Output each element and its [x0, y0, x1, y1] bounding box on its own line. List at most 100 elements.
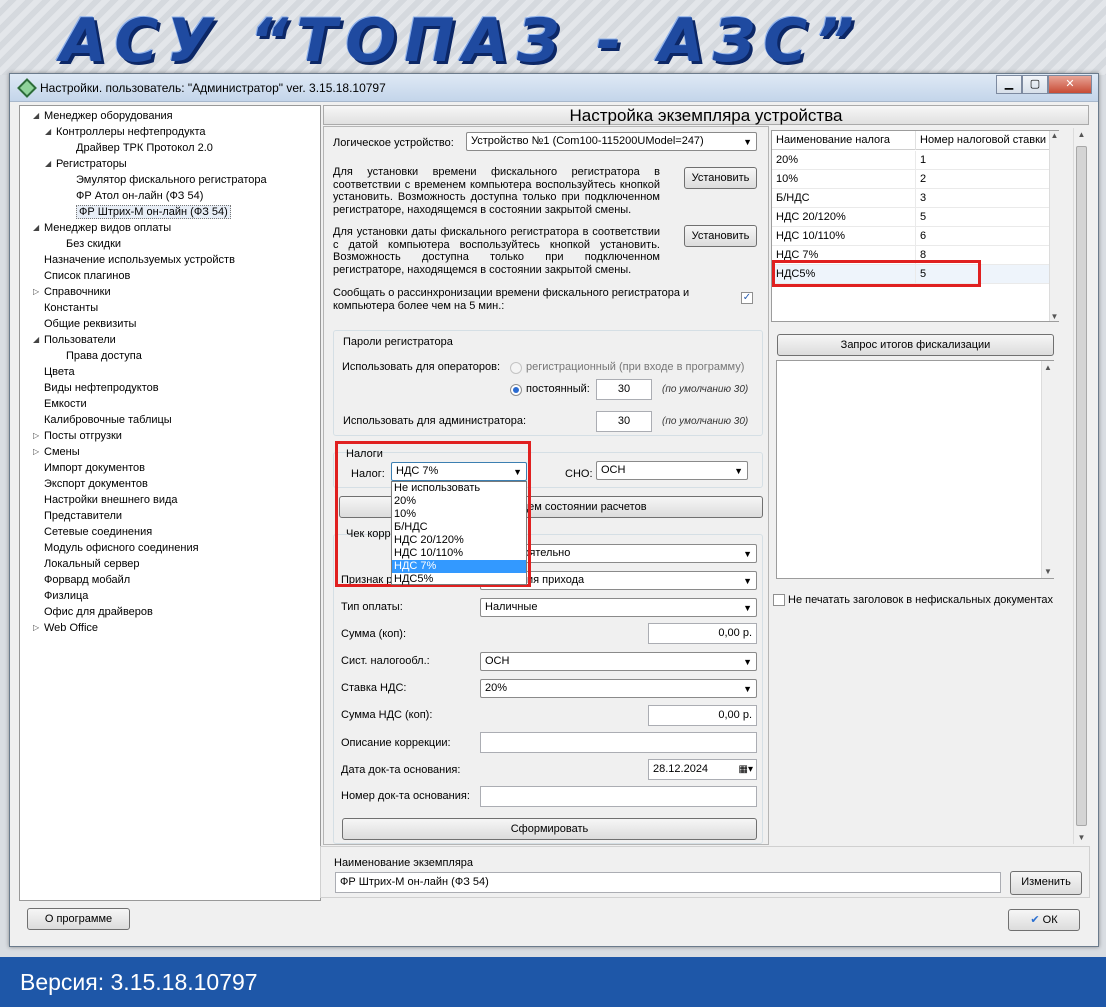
sno-select[interactable]: ОСН ▼ — [596, 461, 748, 480]
dropdown-option[interactable]: НДС 7% — [392, 560, 526, 573]
tree-item[interactable]: ▷ Посты отгрузки — [33, 428, 122, 444]
tree-item[interactable]: ФР Атол он-лайн (ФЗ 54) — [76, 188, 203, 204]
minimize-button[interactable]: ▁ — [996, 75, 1022, 94]
set-date-button[interactable]: Установить — [684, 225, 757, 247]
tree-item[interactable]: Общие реквизиты — [44, 316, 136, 332]
radio-registration[interactable] — [510, 362, 522, 374]
table-row[interactable]: НДС 10/110% 6 — [772, 227, 1050, 246]
collapse-arrow-icon[interactable]: ◢ — [33, 108, 43, 124]
radio-constant[interactable] — [510, 384, 522, 396]
scroll-up-icon[interactable]: ▲ — [1050, 131, 1059, 140]
tree-item[interactable]: Сетевые соединения — [44, 524, 152, 540]
tree-item[interactable]: ◢ Контроллеры нефтепродукта — [45, 124, 206, 140]
fiscal-request-button[interactable]: Запрос итогов фискализации — [777, 334, 1054, 356]
tax-number-cell[interactable]: 5 — [916, 208, 1050, 227]
tree-item[interactable]: ◢ Регистраторы — [45, 156, 127, 172]
calendar-icon[interactable]: ▦▾ — [739, 760, 753, 779]
vat-rate-select[interactable]: 20% ▼ — [480, 679, 757, 698]
tree-item[interactable]: ◢ Менеджер оборудования — [33, 108, 173, 124]
tree-item[interactable]: ▷ Смены — [33, 444, 80, 460]
tree-item[interactable]: Калибровочные таблицы — [44, 412, 172, 428]
tax-table-scrollbar[interactable]: ▲ ▼ — [1049, 131, 1059, 321]
panel-scrollbar[interactable]: ▲ ▼ — [1073, 128, 1089, 844]
expand-arrow-icon[interactable]: ▷ — [33, 284, 43, 300]
table-row[interactable]: 20% 1 — [772, 151, 1050, 170]
logical-device-select[interactable]: Устройство №1 (Com100-115200UModel=247) ▼ — [466, 132, 757, 151]
scroll-down-icon[interactable]: ▼ — [1074, 833, 1089, 842]
tree-item[interactable]: Представители — [44, 508, 122, 524]
tree-item[interactable]: Список плагинов — [44, 268, 130, 284]
form-button[interactable]: Сформировать — [342, 818, 757, 840]
dropdown-option[interactable]: Б/НДС — [392, 521, 526, 534]
tree-item[interactable]: Цвета — [44, 364, 75, 380]
tree-item[interactable]: Форвард мобайл — [44, 572, 130, 588]
about-button[interactable]: О программе — [27, 908, 130, 930]
tree-item[interactable]: Модуль офисного соединения — [44, 540, 199, 556]
collapse-arrow-icon[interactable]: ◢ — [45, 156, 55, 172]
tax-number-cell[interactable]: 6 — [916, 227, 1050, 246]
collapse-arrow-icon[interactable]: ◢ — [33, 332, 43, 348]
sno2-select[interactable]: ОСН ▼ — [480, 652, 757, 671]
tax-number-cell[interactable]: 3 — [916, 189, 1050, 208]
tree-item[interactable]: Настройки внешнего вида — [44, 492, 178, 508]
ok-button[interactable]: ✔ ОК — [1008, 909, 1080, 931]
operator-password-input[interactable]: 30 — [596, 379, 652, 400]
dropdown-option[interactable]: НДС5% — [392, 573, 526, 586]
tree-item[interactable]: Права доступа — [66, 348, 142, 364]
tax-name-cell[interactable]: НДС 10/110% — [772, 227, 916, 246]
tree-item[interactable]: Экспорт документов — [44, 476, 148, 492]
dropdown-option[interactable]: Не использовать — [392, 482, 526, 495]
change-button[interactable]: Изменить — [1010, 871, 1082, 895]
expand-arrow-icon[interactable]: ▷ — [33, 428, 43, 444]
dropdown-option[interactable]: 20% — [392, 495, 526, 508]
collapse-arrow-icon[interactable]: ◢ — [33, 220, 43, 236]
admin-password-input[interactable]: 30 — [596, 411, 652, 432]
tax-number-cell[interactable]: 2 — [916, 170, 1050, 189]
tax-name-cell[interactable]: Б/НДС — [772, 189, 916, 208]
close-button[interactable]: ✕ — [1048, 75, 1092, 94]
tree-item[interactable]: ▷ Справочники — [33, 284, 111, 300]
tree-item[interactable]: Эмулятор фискального регистратора — [76, 172, 267, 188]
tree-item[interactable]: ◢ Пользователи — [33, 332, 116, 348]
column-header-tax-number[interactable]: Номер налоговой ставки — [916, 131, 1050, 150]
tree-item[interactable]: Назначение используемых устройств — [44, 252, 235, 268]
scroll-down-icon[interactable]: ▼ — [1050, 312, 1059, 321]
tree-item[interactable]: Импорт документов — [44, 460, 145, 476]
column-header-tax-name[interactable]: Наименование налога — [772, 131, 916, 150]
scroll-up-icon[interactable]: ▲ — [1074, 130, 1089, 139]
corr-desc-input[interactable] — [480, 732, 757, 753]
no-header-checkbox[interactable] — [773, 594, 785, 606]
vat-sum-input[interactable]: 0,00 р. — [648, 705, 757, 726]
scroll-up-icon[interactable]: ▲ — [1042, 363, 1054, 372]
scroll-down-icon[interactable]: ▼ — [1042, 567, 1054, 576]
tree-item[interactable]: Виды нефтепродуктов — [44, 380, 159, 396]
tree-item[interactable]: Константы — [44, 300, 98, 316]
dropdown-option[interactable]: НДС 10/110% — [392, 547, 526, 560]
table-row[interactable]: НДС 20/120% 5 — [772, 208, 1050, 227]
tax-name-cell[interactable]: 20% — [772, 151, 916, 170]
set-time-button[interactable]: Установить — [684, 167, 757, 189]
scroll-thumb[interactable] — [1076, 146, 1087, 826]
tree-item[interactable]: Физлица — [44, 588, 88, 604]
instance-name-input[interactable]: ФР Штрих-М он-лайн (ФЗ 54) — [335, 872, 1001, 893]
maximize-button[interactable]: ▢ — [1022, 75, 1048, 94]
tax-name-cell[interactable]: 10% — [772, 170, 916, 189]
table-row[interactable]: Б/НДС 3 — [772, 189, 1050, 208]
tree-item[interactable]: Драйвер ТРК Протокол 2.0 — [76, 140, 213, 156]
tree-item[interactable]: Без скидки — [66, 236, 121, 252]
payment-select[interactable]: Наличные ▼ — [480, 598, 757, 617]
tax-number-cell[interactable]: 1 — [916, 151, 1050, 170]
doc-date-input[interactable]: 28.12.2024 ▦▾ — [648, 759, 757, 780]
expand-arrow-icon[interactable]: ▷ — [33, 620, 43, 636]
tax-name-cell[interactable]: НДС 20/120% — [772, 208, 916, 227]
tree-item[interactable]: Емкости — [44, 396, 87, 412]
expand-arrow-icon[interactable]: ▷ — [33, 444, 43, 460]
doc-num-input[interactable] — [480, 786, 757, 807]
fiscal-result-memo[interactable]: ▲ ▼ — [776, 360, 1054, 579]
tree-item[interactable]: ▷ Web Office — [33, 620, 98, 636]
table-row[interactable]: 10% 2 — [772, 170, 1050, 189]
tree-item[interactable]: Офис для драйверов — [44, 604, 153, 620]
memo-scrollbar[interactable]: ▲ ▼ — [1041, 361, 1054, 578]
dropdown-option[interactable]: НДС 20/120% — [392, 534, 526, 547]
title-bar[interactable]: Настройки. пользователь: "Администратор"… — [10, 74, 1098, 102]
